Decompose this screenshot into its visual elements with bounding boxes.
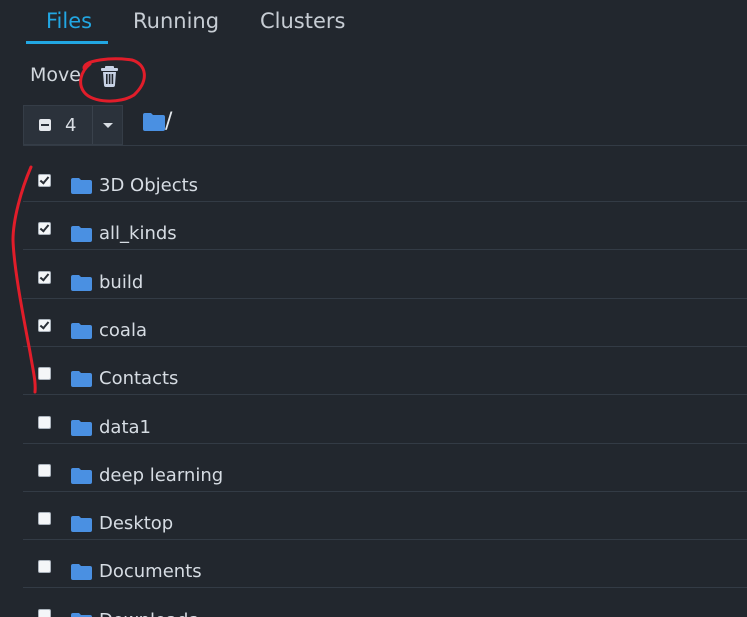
file-name-link[interactable]: Downloads <box>99 610 198 617</box>
file-row[interactable]: build <box>23 251 747 299</box>
row-checkbox[interactable] <box>38 560 51 573</box>
folder-icon <box>71 420 92 436</box>
row-checkbox[interactable] <box>38 512 51 525</box>
file-row[interactable]: data1 <box>23 396 747 444</box>
row-checkbox[interactable] <box>38 416 51 429</box>
folder-icon <box>71 275 92 291</box>
active-tab-indicator <box>26 41 108 44</box>
file-row[interactable]: Contacts <box>23 347 747 395</box>
tab-clusters[interactable]: Clusters <box>260 9 345 33</box>
row-checkbox[interactable] <box>38 174 51 187</box>
folder-icon <box>71 323 92 339</box>
row-checkbox[interactable] <box>38 271 51 284</box>
file-browser: Files Running Clusters Move 4 / 3D Objec… <box>0 0 747 617</box>
row-checkbox[interactable] <box>38 319 51 332</box>
tab-files[interactable]: Files <box>46 9 92 33</box>
file-row[interactable]: coala <box>23 299 747 347</box>
file-name-link[interactable]: 3D Objects <box>99 175 198 196</box>
delete-button[interactable] <box>97 62 123 90</box>
folder-icon <box>71 468 92 484</box>
row-checkbox[interactable] <box>38 609 51 617</box>
folder-icon <box>71 613 92 617</box>
file-name-link[interactable]: Desktop <box>99 513 173 534</box>
folder-icon <box>71 564 92 580</box>
selection-menu-toggle[interactable] <box>92 106 123 144</box>
file-row[interactable]: all_kinds <box>23 202 747 250</box>
breadcrumb-separator: / <box>165 109 173 134</box>
row-checkbox[interactable] <box>38 367 51 380</box>
trash-icon <box>101 66 118 87</box>
file-name-link[interactable]: build <box>99 272 143 293</box>
selection-dropdown: 4 <box>23 105 123 145</box>
folder-icon <box>71 516 92 532</box>
file-name-link[interactable]: Documents <box>99 561 202 582</box>
folder-icon <box>143 113 165 131</box>
file-name-link[interactable]: data1 <box>99 417 151 438</box>
tab-running[interactable]: Running <box>133 9 219 33</box>
tab-bar: Files Running Clusters <box>0 0 747 46</box>
file-row[interactable]: Downloads <box>23 589 747 617</box>
row-checkbox[interactable] <box>38 464 51 477</box>
list-divider <box>23 145 747 146</box>
row-checkbox[interactable] <box>38 222 51 235</box>
minus-square-icon <box>39 119 51 131</box>
file-row[interactable]: Documents <box>23 540 747 588</box>
select-all-button[interactable]: 4 <box>24 106 92 144</box>
folder-icon <box>71 226 92 242</box>
file-row[interactable]: 3D Objects <box>23 154 747 202</box>
file-name-link[interactable]: coala <box>99 320 147 341</box>
file-row[interactable]: Desktop <box>23 492 747 540</box>
folder-icon <box>71 178 92 194</box>
selected-count: 4 <box>65 115 77 136</box>
file-name-link[interactable]: all_kinds <box>99 223 177 244</box>
file-name-link[interactable]: Contacts <box>99 368 178 389</box>
file-name-link[interactable]: deep learning <box>99 465 223 486</box>
file-row[interactable]: deep learning <box>23 444 747 492</box>
move-button[interactable]: Move <box>30 64 81 86</box>
folder-icon <box>71 371 92 387</box>
caret-down-icon <box>103 123 113 128</box>
